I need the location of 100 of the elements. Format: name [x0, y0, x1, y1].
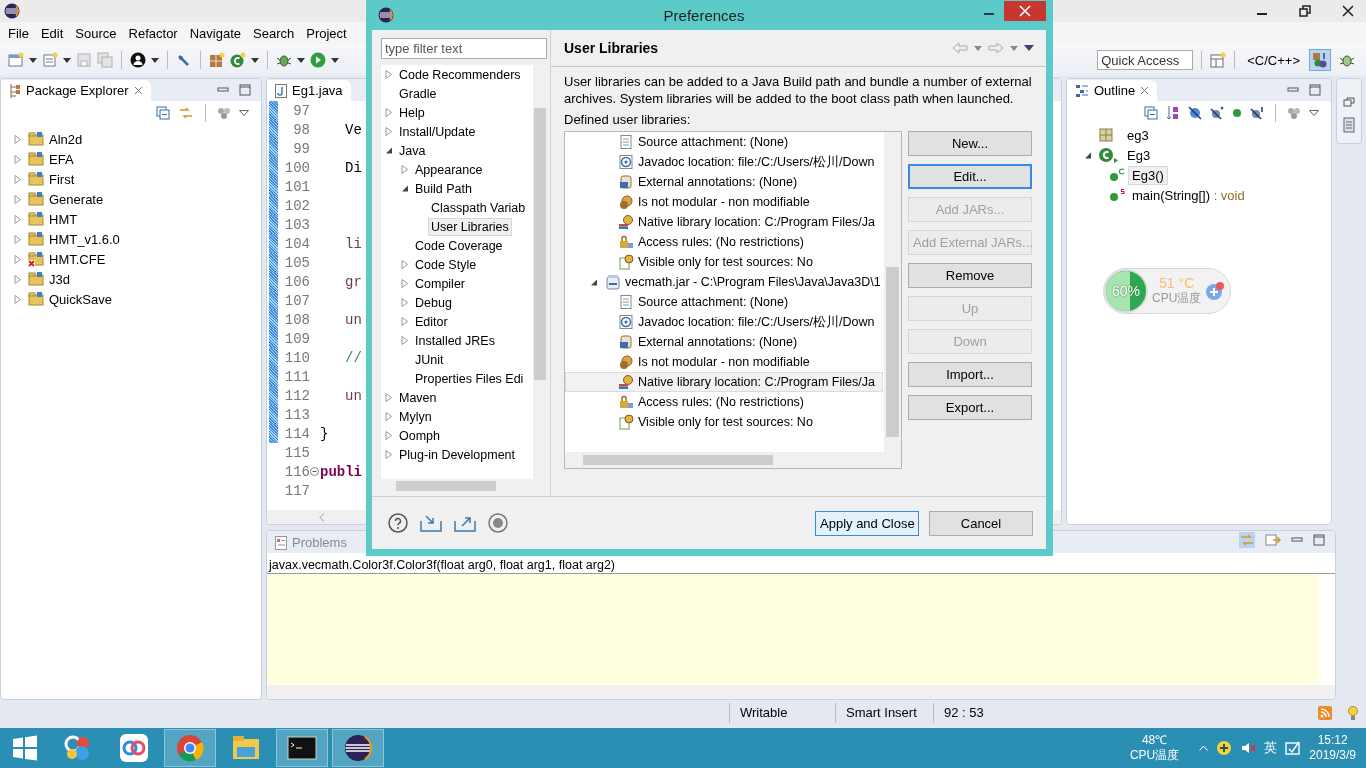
new-file-icon[interactable] — [8, 52, 24, 68]
library-attribute[interactable]: Visible only for test sources: No — [565, 412, 883, 432]
help-icon[interactable] — [388, 513, 408, 533]
library-item[interactable]: vecmath.jar - C:\Program Files\Java\Java3D\1 — [625, 275, 881, 289]
filter-icon[interactable] — [217, 106, 231, 120]
dialog-button[interactable]: Apply and Close — [815, 510, 919, 536]
expand-arrow-icon[interactable] — [385, 450, 393, 459]
project-name[interactable]: Aln2d — [47, 131, 85, 147]
dropdown-icon[interactable] — [251, 57, 259, 63]
menu-item[interactable]: File — [2, 25, 35, 41]
tree-item[interactable]: Editor — [412, 312, 451, 331]
expand-arrow-icon[interactable] — [14, 234, 22, 244]
expand-arrow-icon[interactable] — [14, 214, 22, 224]
dialog-button[interactable]: Export... — [908, 395, 1032, 420]
expand-arrow-icon[interactable] — [401, 279, 409, 288]
menu-item[interactable]: Edit — [34, 25, 70, 41]
outline-item[interactable]: Eg3 — [1123, 145, 1155, 165]
expand-arrow-icon[interactable] — [401, 165, 409, 174]
collapse-arrow-icon[interactable] — [1084, 150, 1092, 160]
project-name[interactable]: QuickSave — [47, 291, 114, 307]
dialog-button[interactable]: Import... — [908, 362, 1032, 387]
collapse-arrow-icon[interactable] — [401, 184, 409, 193]
tree-item[interactable]: Help — [396, 103, 428, 122]
dialog-button[interactable]: New... — [908, 131, 1032, 156]
tree-item[interactable]: Properties Files Edi — [412, 369, 527, 388]
tree-item[interactable]: Code Recommenders — [396, 65, 524, 84]
project-name[interactable]: Generate — [47, 191, 106, 207]
dialog-button[interactable]: Edit... — [908, 164, 1032, 189]
input-method-indicator[interactable]: 英 — [1264, 739, 1278, 757]
hide-static-icon[interactable] — [1210, 106, 1224, 120]
tree-item[interactable]: Code Style — [412, 255, 480, 274]
library-attribute[interactable]: Source attachment: (None) — [565, 292, 883, 312]
project-name[interactable]: HMT.CFE — [47, 251, 108, 267]
menu-item[interactable]: Refactor — [122, 25, 184, 41]
plus-icon[interactable] — [1205, 281, 1226, 301]
scrollbar[interactable] — [565, 452, 901, 468]
library-attribute[interactable]: Access rules: (No restrictions) — [565, 232, 883, 252]
project-name[interactable]: HMT_v1.6.0 — [47, 231, 122, 247]
tree-item[interactable]: Install/Update — [396, 122, 479, 141]
browser-icon[interactable] — [164, 729, 216, 767]
collapse-all-icon[interactable] — [156, 106, 170, 120]
tree-item[interactable]: Plug-in Development — [396, 445, 519, 464]
library-attribute[interactable]: Access rules: (No restrictions) — [565, 392, 883, 412]
new-class-icon[interactable] — [230, 52, 246, 68]
expand-arrow-icon[interactable] — [14, 294, 22, 304]
tree-item[interactable]: Appearance — [412, 160, 486, 179]
expand-arrow-icon[interactable] — [401, 260, 409, 269]
tree-item[interactable]: Compiler — [412, 274, 468, 293]
expand-arrow-icon[interactable] — [14, 174, 22, 184]
tab-label[interactable]: Eg1.java — [292, 83, 343, 98]
tree-item[interactable]: Build Path — [412, 179, 475, 198]
outline-item[interactable]: eg3 — [1123, 125, 1153, 145]
lightbulb-icon[interactable] — [1348, 705, 1358, 721]
menu-item[interactable]: Project — [300, 25, 353, 41]
menu-item[interactable]: Search — [247, 25, 301, 41]
maximize-icon[interactable] — [239, 84, 251, 96]
expand-arrow-icon[interactable] — [14, 134, 22, 144]
view-menu-icon[interactable] — [1309, 110, 1319, 116]
expand-arrow-icon[interactable] — [401, 336, 409, 345]
tree-item[interactable]: Gradle — [396, 84, 440, 103]
eclipse-icon[interactable] — [332, 729, 384, 767]
close-button[interactable] — [1004, 1, 1046, 21]
tree-item[interactable]: Installed JREs — [412, 331, 498, 350]
maximize-icon[interactable] — [1313, 534, 1325, 546]
hide-local-icon[interactable] — [1250, 106, 1264, 120]
menu-item[interactable]: Navigate — [183, 25, 247, 41]
project-name[interactable]: J3d — [47, 271, 72, 287]
dropdown-icon[interactable] — [63, 57, 71, 63]
hide-fields-icon[interactable] — [1188, 106, 1202, 120]
menu-item[interactable]: Source — [69, 25, 123, 41]
expand-arrow-icon[interactable] — [385, 393, 393, 402]
library-attribute[interactable]: External annotations: (None) — [565, 172, 883, 192]
project-name[interactable]: First — [47, 171, 77, 187]
expand-arrow-icon[interactable] — [401, 317, 409, 326]
dropdown-icon[interactable] — [29, 57, 37, 63]
project-name[interactable]: HMT — [47, 211, 80, 227]
library-attribute[interactable]: Source attachment: (None) — [565, 132, 883, 152]
expand-arrow-icon[interactable] — [385, 70, 393, 79]
dot-icon[interactable] — [1232, 108, 1242, 118]
tab-label[interactable]: Outline — [1094, 83, 1136, 98]
tree-item[interactable]: Code Coverage — [412, 236, 506, 255]
windows-start-icon[interactable] — [12, 735, 38, 761]
notification-icon[interactable] — [1285, 740, 1302, 756]
close-icon[interactable] — [1342, 5, 1354, 17]
tree-item[interactable]: Classpath Variab — [428, 198, 529, 217]
expand-arrow-icon[interactable] — [14, 154, 22, 164]
caret-icon[interactable] — [1199, 745, 1209, 751]
new-window-icon[interactable] — [42, 52, 58, 68]
view-tab[interactable]: Package Explorer — [1, 80, 151, 101]
project-name[interactable]: EFA — [47, 151, 76, 167]
dropdown-icon[interactable] — [331, 57, 339, 63]
collapse-arrow-icon[interactable] — [385, 146, 393, 155]
library-attribute[interactable]: Javadoc location: file:/C:/Users/松川/Down — [565, 152, 883, 172]
speaker-icon[interactable] — [1240, 740, 1257, 756]
run-icon[interactable] — [310, 52, 326, 68]
editor-tab[interactable]: Eg1.java — [267, 80, 351, 101]
expand-arrow-icon[interactable] — [14, 254, 22, 264]
save-icon[interactable] — [76, 52, 92, 68]
open-declaration-icon[interactable] — [1265, 532, 1281, 548]
perspective-button[interactable]: <C/C++> — [1243, 52, 1304, 68]
